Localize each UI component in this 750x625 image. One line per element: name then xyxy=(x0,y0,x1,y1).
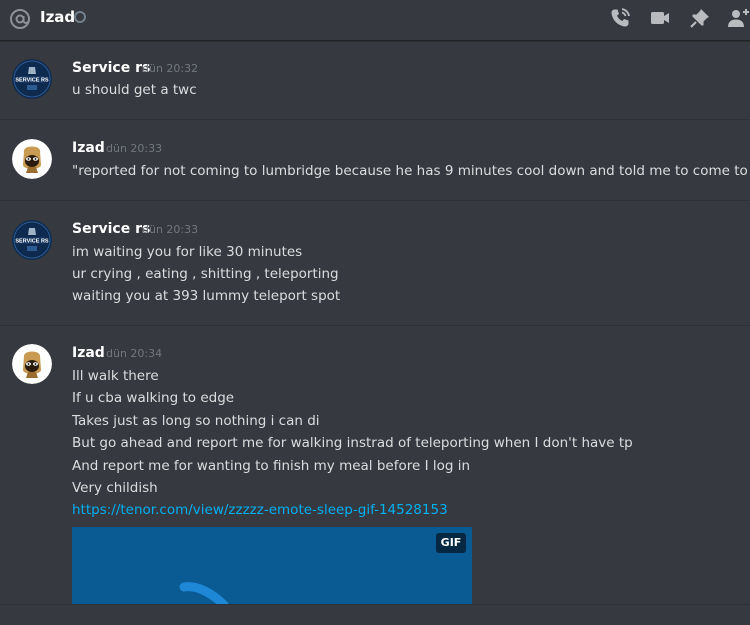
message-text: waiting you at 393 lummy teleport spot xyxy=(72,288,341,304)
service-rs-avatar[interactable]: SERVICE RS xyxy=(12,59,52,99)
message-timestamp: dün 20:34 xyxy=(106,347,163,360)
video-call-icon[interactable] xyxy=(648,6,672,30)
message-text: Ill walk there xyxy=(72,368,159,384)
message-input-area[interactable] xyxy=(0,604,750,625)
add-friend-icon[interactable] xyxy=(726,6,750,30)
status-offline-icon xyxy=(74,11,86,23)
at-icon xyxy=(10,9,30,29)
message-timestamp: dün 20:32 xyxy=(142,62,199,75)
message-author[interactable]: Service rs xyxy=(72,220,150,238)
message-text: But go ahead and report me for walking i… xyxy=(72,435,633,451)
gif-embed[interactable]: GIF xyxy=(72,527,472,604)
message-text: Takes just as long so nothing i can di xyxy=(72,413,320,429)
message-author[interactable]: Izad xyxy=(72,344,105,362)
svg-text:SERVICE RS: SERVICE RS xyxy=(15,239,49,245)
message-text: Very childish xyxy=(72,480,158,496)
message-text: ur crying , eating , shitting , teleport… xyxy=(72,266,339,282)
message-divider xyxy=(0,119,750,120)
gif-preview-image xyxy=(72,527,472,604)
message-author[interactable]: Service rs xyxy=(72,59,150,77)
message-text: u should get a twc xyxy=(72,82,197,98)
message-list[interactable]: SERVICE RS Service rs dün 20:32 u should… xyxy=(0,41,750,604)
message-divider xyxy=(0,325,750,326)
pin-icon[interactable] xyxy=(688,6,712,30)
message-text: If u cba walking to edge xyxy=(72,390,235,406)
service-rs-avatar[interactable]: SERVICE RS xyxy=(12,220,52,260)
bape-avatar[interactable] xyxy=(12,344,52,384)
svg-text:SERVICE RS: SERVICE RS xyxy=(15,78,49,84)
phone-call-icon[interactable] xyxy=(608,6,632,30)
message-text: im waiting you for like 30 minutes xyxy=(72,244,303,260)
channel-name: Izad xyxy=(40,8,76,26)
message-divider xyxy=(0,200,750,201)
message-text: "reported for not coming to lumbridge be… xyxy=(72,163,750,179)
gif-badge: GIF xyxy=(436,533,466,553)
bape-avatar[interactable] xyxy=(12,139,52,179)
message-timestamp: dün 20:33 xyxy=(106,142,163,155)
message-timestamp: dün 20:33 xyxy=(142,223,199,236)
tenor-link[interactable]: https://tenor.com/view/zzzzz-emote-sleep… xyxy=(72,499,448,521)
channel-header: Izad xyxy=(0,0,750,41)
message-text: And report me for wanting to finish my m… xyxy=(72,458,471,474)
message-author[interactable]: Izad xyxy=(72,139,105,157)
